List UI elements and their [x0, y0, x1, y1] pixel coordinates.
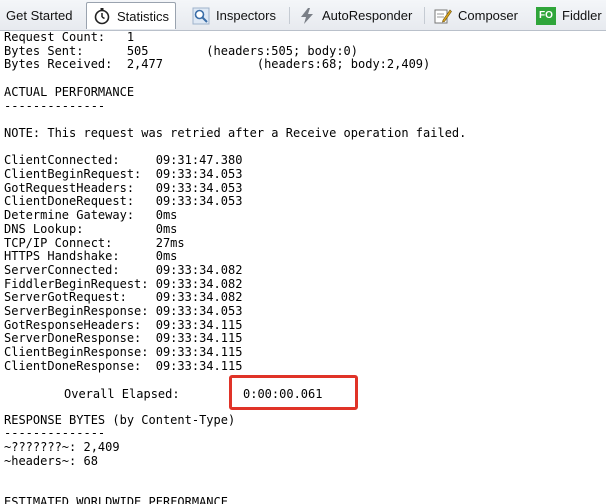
tab-composer[interactable]: Composer — [428, 3, 524, 28]
fo-badge-icon: FO — [536, 6, 556, 25]
tab-fiddler-orchestra[interactable]: FO Fiddler — [530, 3, 606, 28]
tab-separator — [289, 7, 290, 24]
tab-label: Fiddler — [562, 8, 602, 23]
tab-autoresponder[interactable]: AutoResponder — [292, 3, 418, 28]
magnifier-icon — [192, 7, 210, 25]
tab-label: Inspectors — [216, 8, 276, 23]
tab-get-started[interactable]: Get Started — [0, 3, 78, 28]
tab-bar: Get Started Statistics Inspectors AutoRe… — [0, 0, 606, 31]
lightning-icon — [298, 7, 316, 25]
statistics-text-top: Request Count: 1 Bytes Sent: 505 (header… — [4, 31, 467, 373]
tab-label: Statistics — [117, 8, 170, 24]
overall-elapsed-row: Overall Elapsed: 0:00:00.061 — [0, 374, 606, 414]
tab-statistics[interactable]: Statistics — [86, 2, 177, 29]
overall-elapsed-value: 0:00:00.061 — [243, 386, 323, 401]
tab-label: Get Started — [6, 8, 73, 23]
tab-separator — [424, 7, 425, 24]
statistics-text-bottom: RESPONSE BYTES (by Content-Type) -------… — [4, 412, 236, 504]
stopwatch-icon — [93, 7, 111, 25]
statistics-panel: Request Count: 1 Bytes Sent: 505 (header… — [0, 31, 606, 504]
pencil-icon — [434, 7, 452, 25]
tab-label: AutoResponder — [322, 8, 413, 23]
tab-inspectors[interactable]: Inspectors — [186, 3, 282, 28]
tab-label: Composer — [458, 8, 518, 23]
overall-elapsed-label: Overall Elapsed: — [64, 386, 180, 401]
